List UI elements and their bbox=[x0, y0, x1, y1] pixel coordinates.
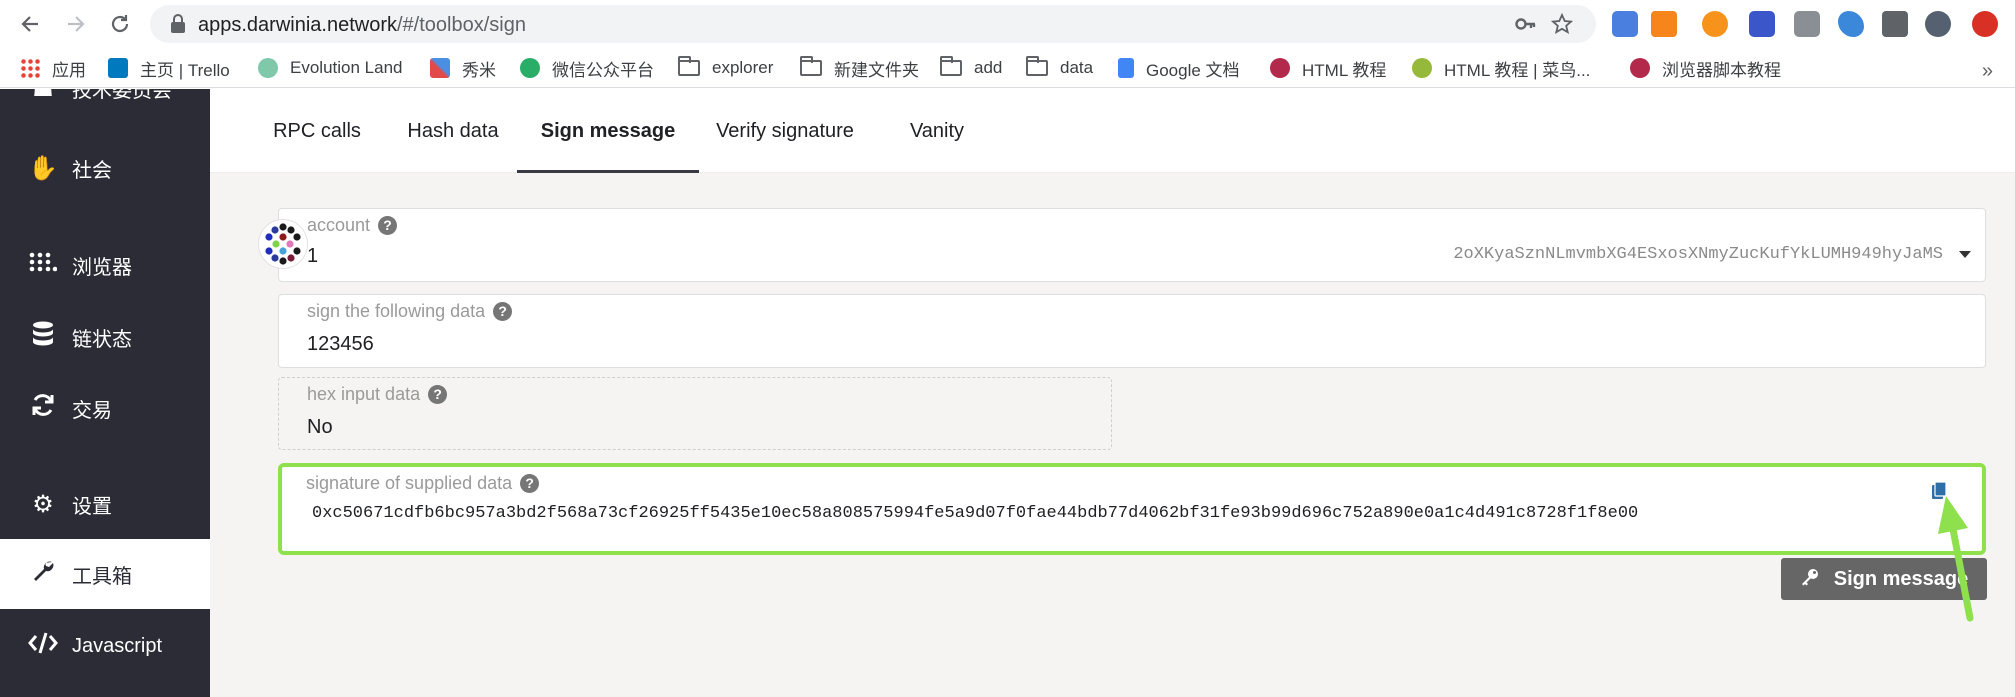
runoob-icon bbox=[1630, 58, 1650, 78]
help-icon[interactable]: ? bbox=[493, 302, 513, 321]
tab-vanity[interactable]: Vanity bbox=[882, 89, 992, 173]
tab-sign-message[interactable]: Sign message bbox=[517, 89, 699, 173]
back-icon[interactable] bbox=[16, 10, 44, 38]
google-docs-icon bbox=[1118, 58, 1134, 78]
forward-icon[interactable] bbox=[62, 10, 90, 38]
folder-icon bbox=[940, 56, 962, 76]
browser-toolbar: apps.darwinia.network/#/toolbox/sign bbox=[0, 0, 2015, 48]
signature-value[interactable]: 0xc50671cdfb6bc957a3bd2f568a73cf26925ff5… bbox=[312, 504, 1638, 523]
sidebar-item-committee[interactable]: ☗ 技术委员会 bbox=[0, 89, 210, 123]
tab-verify-signature[interactable]: Verify signature bbox=[708, 89, 862, 173]
wrench-icon bbox=[28, 559, 58, 590]
bookmark-folder-new[interactable]: 新建文件夹 bbox=[800, 56, 919, 80]
trello-icon bbox=[108, 58, 128, 78]
annotation-arrow-icon bbox=[1938, 496, 1974, 622]
sign-data-input[interactable]: 123456 bbox=[307, 333, 374, 356]
sidebar-item-javascript[interactable]: Javascript bbox=[0, 611, 210, 681]
sidebar-item-settings[interactable]: ⚙ 设置 bbox=[0, 469, 210, 539]
translate-extension-icon[interactable] bbox=[1612, 11, 1638, 37]
bookmark-apps[interactable]: 应用 bbox=[20, 56, 86, 80]
folder-icon bbox=[678, 56, 700, 76]
help-icon[interactable]: ? bbox=[378, 216, 398, 235]
bookmarks-more-icon[interactable]: » bbox=[1982, 60, 1993, 83]
hex-input-value: No bbox=[307, 416, 333, 438]
metamask-icon[interactable] bbox=[1651, 11, 1677, 37]
bookmark-trello[interactable]: 主页 | Trello bbox=[108, 56, 230, 80]
sign-data-label: sign the following data ? bbox=[307, 301, 513, 322]
xiumi-icon bbox=[430, 58, 450, 78]
sidebar-item-transactions[interactable]: 交易 bbox=[0, 373, 210, 443]
reload-icon[interactable] bbox=[106, 10, 134, 38]
profile-avatar[interactable] bbox=[1925, 11, 1951, 37]
folder-icon bbox=[1026, 56, 1048, 76]
sidebar-item-chain-state[interactable]: 链状态 bbox=[0, 302, 210, 372]
update-icon[interactable] bbox=[1972, 11, 1998, 37]
code-icon bbox=[28, 631, 58, 662]
bookmark-folder-add[interactable]: add bbox=[940, 56, 1002, 80]
sidebar-item-toolbox[interactable]: 工具箱 bbox=[0, 539, 210, 609]
committee-icon: ☗ bbox=[28, 89, 58, 103]
url-text: apps.darwinia.network/#/toolbox/sign bbox=[198, 14, 526, 36]
help-icon[interactable]: ? bbox=[428, 385, 448, 404]
sync-icon bbox=[28, 392, 58, 425]
explorer-dots-icon bbox=[28, 251, 58, 279]
bookmark-html-runoob[interactable]: HTML 教程 | 菜鸟... bbox=[1412, 56, 1590, 80]
address-bar[interactable]: apps.darwinia.network/#/toolbox/sign bbox=[150, 5, 1596, 43]
bookmark-evolution-land[interactable]: Evolution Land bbox=[258, 56, 402, 80]
evolution-land-icon bbox=[258, 58, 278, 78]
account-selector[interactable]: account ? 1 2oXKyaSznNLmvmbXG4ESxosXNmyZ… bbox=[278, 208, 1986, 282]
bookmark-xiumi[interactable]: 秀米 bbox=[430, 56, 496, 80]
hex-input-label: hex input data ? bbox=[307, 384, 448, 405]
chevron-down-icon[interactable] bbox=[1959, 251, 1971, 258]
signature-label: signature of supplied data ? bbox=[306, 473, 540, 494]
tab-rpc-calls[interactable]: RPC calls bbox=[267, 89, 367, 173]
wechat-icon bbox=[520, 58, 540, 78]
sign-data-field[interactable]: sign the following data ? 123456 bbox=[278, 294, 1986, 368]
runoob-icon bbox=[1270, 58, 1290, 78]
runoob-green-icon bbox=[1412, 58, 1432, 78]
help-icon[interactable]: ? bbox=[520, 474, 540, 493]
database-icon bbox=[28, 321, 58, 354]
tab-hash-data[interactable]: Hash data bbox=[395, 89, 511, 173]
hex-input-field: hex input data ? No bbox=[278, 377, 1112, 450]
copy-extension-icon[interactable] bbox=[1794, 11, 1820, 37]
feather-extension-icon[interactable] bbox=[1838, 11, 1864, 37]
bookmarks-bar: 应用 主页 | Trello Evolution Land 秀米 微信公众平台 … bbox=[0, 48, 2015, 88]
main-content: RPC calls Hash data Sign message Verify … bbox=[210, 89, 2015, 697]
key-icon bbox=[1800, 567, 1820, 592]
account-identicon bbox=[258, 219, 308, 269]
key-password-icon[interactable] bbox=[1513, 13, 1537, 35]
bookmark-folder-explorer[interactable]: explorer bbox=[678, 56, 773, 80]
account-label: account ? bbox=[307, 215, 398, 236]
bookmark-folder-data[interactable]: data bbox=[1026, 56, 1093, 80]
gears-icon: ⚙ bbox=[32, 490, 54, 518]
toolbox-tabs: RPC calls Hash data Sign message Verify … bbox=[210, 89, 2015, 173]
puzzle-extensions-icon[interactable] bbox=[1882, 11, 1908, 37]
hand-icon: ✋ bbox=[28, 154, 58, 182]
signature-field: signature of supplied data ? 0xc50671cdf… bbox=[278, 463, 1986, 555]
sidebar-item-explorer[interactable]: 浏览器 bbox=[0, 230, 210, 300]
sidebar-item-society[interactable]: ✋ 社会 bbox=[0, 133, 210, 203]
sidebar: ☗ 技术委员会 ✋ 社会 浏览器 链状态 交易 ⚙ 设置 工具箱 bbox=[0, 89, 210, 697]
bookmark-google-docs[interactable]: Google 文档 bbox=[1118, 56, 1240, 80]
bookmark-html-tutorial[interactable]: HTML 教程 bbox=[1270, 56, 1386, 80]
apps-grid-icon bbox=[20, 58, 40, 78]
bitcoin-extension-icon[interactable] bbox=[1702, 11, 1728, 37]
account-address: 2oXKyaSznNLmvmbXG4ESxosXNmyZucKufYkLUMH9… bbox=[1453, 245, 1943, 264]
lock-icon bbox=[171, 14, 185, 33]
pointer-extension-icon[interactable] bbox=[1749, 11, 1775, 37]
account-name: 1 bbox=[307, 245, 319, 267]
folder-icon bbox=[800, 56, 822, 76]
bookmark-browser-script[interactable]: 浏览器脚本教程 bbox=[1630, 56, 1781, 80]
star-icon[interactable] bbox=[1550, 12, 1574, 35]
bookmark-wechat[interactable]: 微信公众平台 bbox=[520, 56, 654, 80]
